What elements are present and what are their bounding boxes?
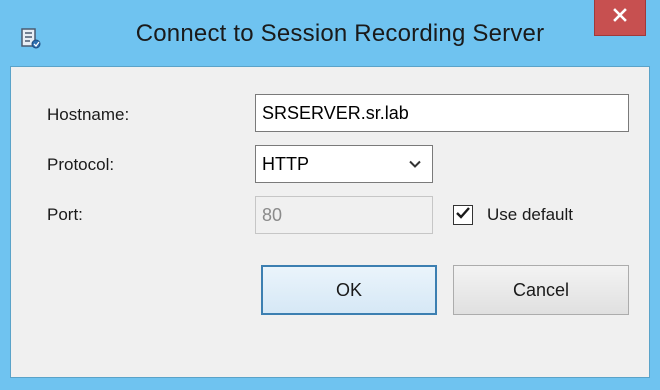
hostname-input[interactable]: SRSERVER.sr.lab [255,94,629,132]
use-default-checkbox[interactable] [453,205,473,225]
dialog-title: Connect to Session Recording Server [135,20,545,47]
dialog-window: Connect to Session Recording Server Host… [0,0,660,390]
port-label: Port: [47,205,83,224]
cancel-button[interactable]: Cancel [453,265,629,315]
close-button[interactable] [594,0,646,36]
title-bar[interactable]: Connect to Session Recording Server [0,0,660,66]
checkmark-icon [455,205,471,226]
use-default-label[interactable]: Use default [487,205,573,225]
port-input: 80 [255,196,433,234]
close-icon [612,7,628,28]
hostname-label: Hostname: [47,105,130,124]
hostname-value: SRSERVER.sr.lab [262,102,409,123]
protocol-select[interactable]: HTTP [255,145,433,183]
port-value: 80 [262,204,283,225]
ok-button-label: OK [335,279,362,300]
protocol-value: HTTP [262,153,309,174]
chevron-down-icon [408,154,422,175]
dialog-content: Hostname: SRSERVER.sr.lab Protocol: HTTP… [10,66,650,378]
cancel-button-label: Cancel [512,279,570,300]
protocol-label: Protocol: [47,155,115,174]
ok-button[interactable]: OK [261,265,437,315]
